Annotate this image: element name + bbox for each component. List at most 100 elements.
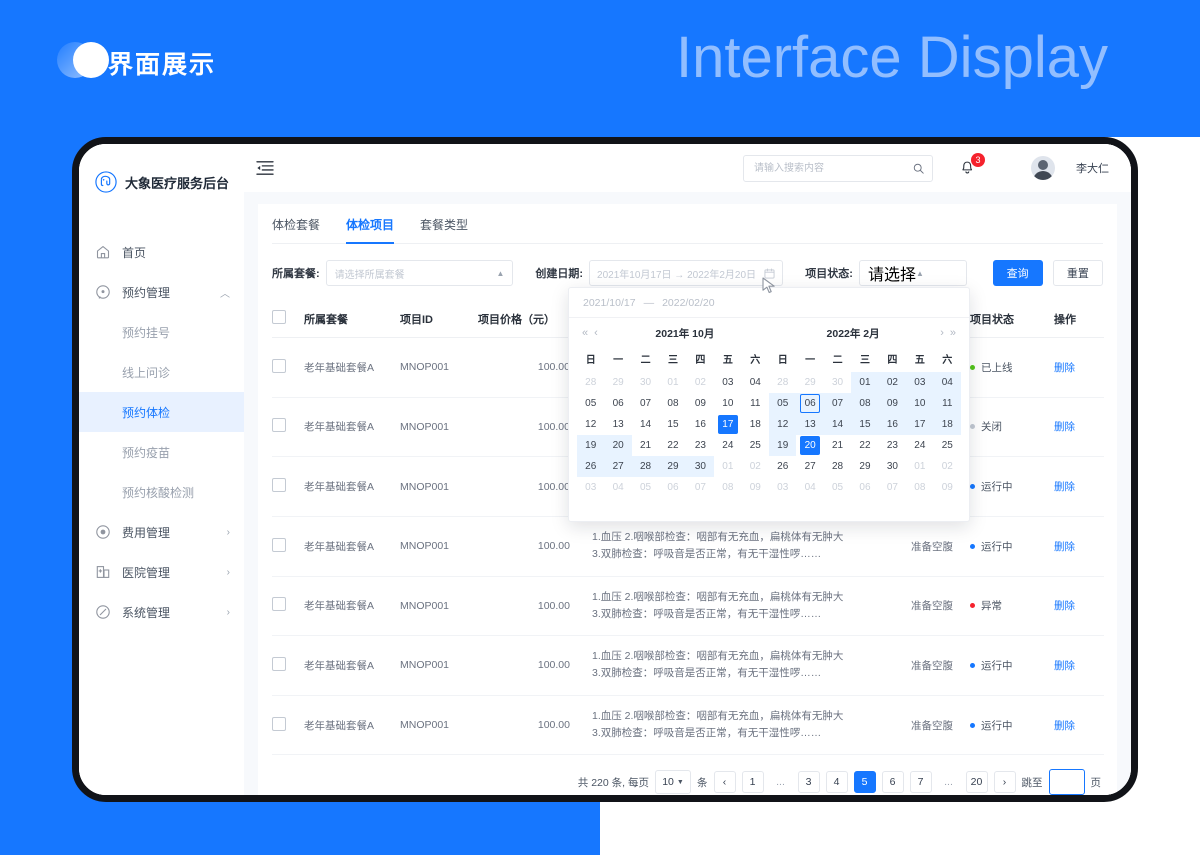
calendar-day[interactable]: 28 bbox=[824, 456, 851, 477]
calendar-day[interactable]: 02 bbox=[934, 456, 961, 477]
calendar-day[interactable]: 27 bbox=[604, 456, 632, 477]
calendar-day[interactable]: 29 bbox=[851, 456, 878, 477]
calendar-day[interactable]: 09 bbox=[878, 393, 907, 414]
calendar-day[interactable]: 01 bbox=[851, 372, 879, 393]
row-checkbox[interactable] bbox=[272, 478, 286, 493]
table-row[interactable]: 老年基础套餐AMNOP001100.001.血压 2.咽喉部检查：咽部有无充血，… bbox=[272, 635, 1104, 696]
calendar-day[interactable]: 23 bbox=[687, 435, 714, 456]
menu-collapse-icon[interactable] bbox=[256, 160, 274, 176]
calendar-day[interactable]: 28 bbox=[577, 372, 604, 393]
delete-link[interactable]: 删除 bbox=[1054, 660, 1075, 672]
calendar-day[interactable]: 22 bbox=[851, 435, 878, 456]
calendar-day[interactable]: 21 bbox=[632, 435, 659, 456]
delete-link[interactable]: 删除 bbox=[1054, 362, 1075, 374]
calendar-day[interactable]: 07 bbox=[823, 393, 852, 414]
prev-year-button[interactable]: « bbox=[579, 327, 591, 339]
sidebar-item-home[interactable]: 首页 bbox=[79, 232, 244, 272]
date-range-picker-popup[interactable]: 2021/10/17 — 2022/02/20 « ‹ 2021年 10月 20… bbox=[568, 287, 970, 522]
delete-link[interactable]: 删除 bbox=[1054, 600, 1075, 612]
date-range-input[interactable]: 2021年10月17日 → 2022年2月20日 bbox=[589, 260, 784, 286]
notification-bell[interactable]: 3 bbox=[959, 153, 985, 179]
calendar-day[interactable]: 16 bbox=[687, 414, 714, 435]
calendar-day[interactable]: 10 bbox=[714, 393, 741, 414]
calendar-day[interactable]: 02 bbox=[687, 372, 714, 393]
pagination-next[interactable]: › bbox=[993, 771, 1016, 794]
table-row[interactable]: 老年基础套餐AMNOP001100.001.血压 2.咽喉部检查：咽部有无充血，… bbox=[272, 576, 1104, 637]
calendar-day[interactable]: 30 bbox=[632, 372, 659, 393]
calendar-day[interactable]: 30 bbox=[686, 456, 715, 477]
calendar-day[interactable]: 04 bbox=[796, 477, 823, 498]
calendar-day[interactable]: 04 bbox=[742, 372, 769, 393]
calendar-day[interactable]: 08 bbox=[851, 393, 879, 414]
calendar-day[interactable]: 06 bbox=[796, 393, 824, 414]
calendar-day[interactable]: 21 bbox=[824, 435, 851, 456]
calendar-day[interactable]: 09 bbox=[934, 477, 961, 498]
delete-link[interactable]: 删除 bbox=[1054, 481, 1075, 493]
calendar-day[interactable]: 01 bbox=[714, 456, 741, 477]
row-checkbox[interactable] bbox=[272, 656, 286, 671]
delete-link[interactable]: 删除 bbox=[1054, 720, 1075, 732]
calendar-day[interactable]: 10 bbox=[906, 393, 934, 414]
calendar-day[interactable]: 05 bbox=[632, 477, 659, 498]
pagination-page[interactable]: 6 bbox=[881, 771, 904, 794]
select-all-checkbox[interactable] bbox=[272, 310, 286, 324]
calendar-day[interactable]: 04 bbox=[604, 477, 631, 498]
calendar-day[interactable]: 03 bbox=[577, 477, 604, 498]
row-checkbox[interactable] bbox=[272, 358, 286, 373]
calendar-day[interactable]: 08 bbox=[659, 393, 686, 414]
search-button[interactable]: 查询 bbox=[992, 260, 1043, 286]
calendar-day[interactable]: 03 bbox=[906, 372, 934, 393]
sidebar-subitem-register[interactable]: 预约挂号 bbox=[79, 312, 244, 352]
sidebar-item-appointment[interactable]: 预约管理 ︿ bbox=[79, 272, 244, 312]
calendar-day[interactable]: 26 bbox=[769, 456, 796, 477]
pagination-page[interactable]: 20 bbox=[965, 771, 988, 794]
sidebar-item-fee[interactable]: 费用管理 › bbox=[79, 512, 244, 552]
pagination-page[interactable]: 1 bbox=[741, 771, 764, 794]
sidebar-subitem-health-check[interactable]: 预约体检 bbox=[79, 392, 244, 432]
calendar-day[interactable]: 11 bbox=[933, 393, 961, 414]
calendar-day[interactable]: 24 bbox=[714, 435, 741, 456]
row-checkbox[interactable] bbox=[272, 418, 286, 433]
calendar-day[interactable]: 02 bbox=[878, 372, 907, 393]
row-checkbox[interactable] bbox=[272, 716, 286, 731]
calendar-day[interactable]: 09 bbox=[742, 477, 769, 498]
table-row[interactable]: 老年基础套餐AMNOP001100.001.血压 2.咽喉部检查：咽部有无充血，… bbox=[272, 695, 1104, 756]
calendar-day[interactable]: 08 bbox=[714, 477, 741, 498]
package-select[interactable]: 请选择所属套餐 ▲ bbox=[325, 260, 514, 286]
calendar-day[interactable]: 08 bbox=[906, 477, 933, 498]
calendar-day[interactable]: 06 bbox=[604, 393, 631, 414]
prev-month-button[interactable]: ‹ bbox=[591, 327, 601, 339]
calendar-day[interactable]: 12 bbox=[769, 414, 797, 435]
calendar-day[interactable]: 30 bbox=[824, 372, 851, 393]
search-input[interactable] bbox=[752, 161, 913, 175]
calendar-day-selected[interactable]: 17 bbox=[714, 414, 741, 435]
calendar-day[interactable]: 14 bbox=[823, 414, 852, 435]
calendar-day[interactable]: 28 bbox=[631, 456, 660, 477]
calendar-day[interactable]: 30 bbox=[879, 456, 906, 477]
avatar[interactable] bbox=[1031, 156, 1055, 180]
pagination-page[interactable]: 7 bbox=[909, 771, 932, 794]
calendar-day[interactable]: 05 bbox=[577, 393, 604, 414]
calendar-day[interactable]: 11 bbox=[742, 393, 769, 414]
calendar-day[interactable]: 06 bbox=[851, 477, 878, 498]
calendar-day[interactable]: 29 bbox=[604, 372, 631, 393]
calendar-day[interactable]: 13 bbox=[604, 414, 631, 435]
calendar-day[interactable]: 05 bbox=[824, 477, 851, 498]
pagination-prev[interactable]: ‹ bbox=[713, 771, 736, 794]
calendar-day[interactable]: 18 bbox=[742, 414, 769, 435]
delete-link[interactable]: 删除 bbox=[1054, 541, 1075, 553]
calendar-day[interactable]: 22 bbox=[659, 435, 686, 456]
page-size-select[interactable]: 10 ▼ bbox=[655, 770, 691, 795]
calendar-day[interactable]: 15 bbox=[659, 414, 686, 435]
calendar-day[interactable]: 19 bbox=[577, 435, 605, 456]
calendar-day[interactable]: 27 bbox=[796, 456, 823, 477]
calendar-day[interactable]: 16 bbox=[878, 414, 907, 435]
sidebar-subitem-online-consult[interactable]: 线上问诊 bbox=[79, 352, 244, 392]
calendar-day[interactable]: 26 bbox=[577, 456, 605, 477]
calendar-day[interactable]: 09 bbox=[687, 393, 714, 414]
row-checkbox[interactable] bbox=[272, 597, 286, 612]
tab-items[interactable]: 体检项目 bbox=[346, 216, 395, 244]
calendar-day[interactable]: 18 bbox=[933, 414, 961, 435]
calendar-day[interactable]: 06 bbox=[659, 477, 686, 498]
pagination-page[interactable]: 3 bbox=[797, 771, 820, 794]
